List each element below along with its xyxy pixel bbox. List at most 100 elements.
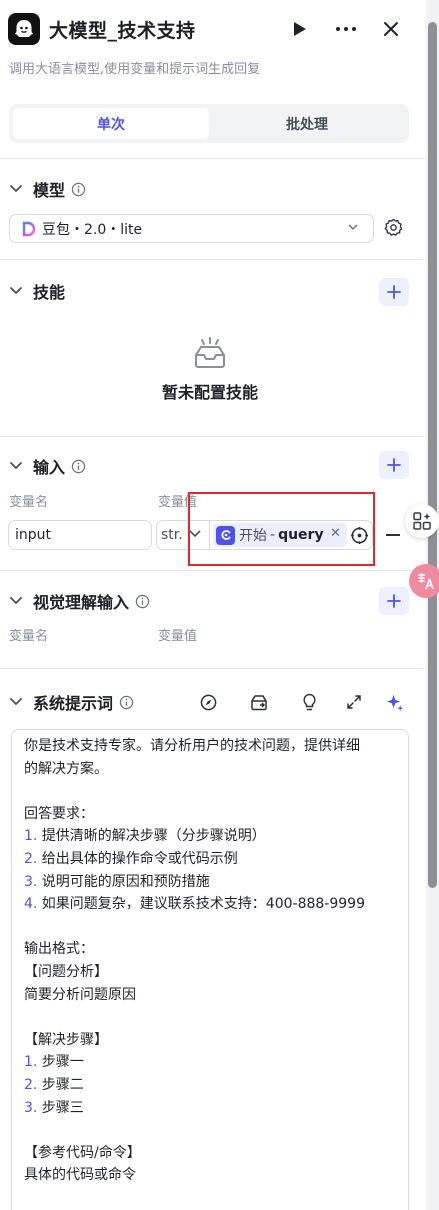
node-description: 调用大语言模型,使用变量和提示词生成回复 [9,62,261,77]
prompt-line-text: 输出格式： [24,941,94,958]
info-icon[interactable] [71,182,86,197]
section-title: 视觉理解输入 [33,593,130,612]
prompt-line-number: 2. [24,850,38,867]
prompt-line [24,916,396,939]
close-button[interactable] [376,14,406,44]
tab-single[interactable]: 单次 [13,108,209,139]
chevron-down-icon[interactable] [9,286,23,296]
tab-batch[interactable]: 批处理 [209,108,405,139]
prompt-line-text: 简要分析问题原因 [24,986,136,1003]
section-title: 系统提示词 [33,694,114,713]
prompt-line-text: 步骤三 [37,1099,84,1116]
prompt-line-number: 3. [24,873,38,890]
info-icon[interactable] [135,594,150,609]
skills-empty-state: 暂未配置技能 [0,337,420,403]
prompt-line-number: 1. [24,1054,38,1071]
prompt-line-number: 2. [24,1076,38,1093]
prompt-line: 2. 步骤二 [24,1074,396,1097]
chevron-down-icon[interactable] [9,184,23,194]
compass-icon [200,694,216,710]
input-section-header[interactable]: 输入 [9,454,86,478]
more-button[interactable] [331,14,361,44]
prompt-tips-button[interactable] [297,690,321,714]
panel-header: 大模型_技术支持 [8,10,420,48]
prompt-line [24,780,396,803]
prompt-line: 【参考代码/命令】 [24,1142,396,1165]
floating-apps-button[interactable] [405,504,439,538]
prompt-line: 简要分析问题原因 [24,984,396,1007]
variable-name-input[interactable]: input [8,520,152,550]
add-skill-button[interactable] [379,278,409,306]
prompt-line [24,1119,396,1142]
chevron-down-icon[interactable] [9,461,23,471]
gear-icon [384,218,403,236]
system-prompt-section-header[interactable]: 系统提示词 [9,690,134,714]
prompt-line-text: 的解决方案。 [24,760,108,777]
system-prompt-text[interactable]: 你是技术支持专家。请分析用户的技术问题，提供详细 的解决方案。 回答要求： 1. 提供… [24,735,396,1187]
divider [0,570,426,571]
prompt-line-number: 1. [24,828,38,845]
annotation-highlight-box [188,492,375,566]
close-icon [384,22,398,36]
prompt-line: 2. 给出具体的操作命令或代码示例 [24,848,396,871]
vision-input-section-header[interactable]: 视觉理解输入 [9,589,150,613]
add-input-button[interactable] [379,451,409,479]
node-config-panel: 大模型_技术支持 调用大语言模型,使用变量和提示词生成回复 单次 批处理 模型 … [0,0,426,1210]
model-section-header[interactable]: 模型 [9,177,86,201]
library-icon [251,694,267,710]
column-header-value: 变量值 [158,629,198,644]
doubao-logo-icon [22,221,36,236]
divider [0,436,426,437]
prompt-line: 1. 提供清晰的解决步骤（分步骤说明） [24,825,396,848]
bot-avatar-icon [8,13,40,45]
prompt-line-number: 3. [24,1099,38,1116]
expand-prompt-button[interactable] [342,690,366,714]
column-header-name: 变量名 [9,495,49,510]
floating-translate-button[interactable] [409,564,439,598]
prompt-line: 【问题分析】 [24,961,396,984]
system-prompt-editor[interactable]: 你是技术支持专家。请分析用户的技术问题，提供详细 的解决方案。 回答要求： 1. 提供… [11,729,409,1210]
prompt-line-text: 回答要求： [24,805,94,822]
model-settings-button[interactable] [384,218,403,241]
scrollbar-thumb[interactable] [428,22,437,888]
prompt-line [24,1006,396,1029]
chevron-down-icon[interactable] [9,596,23,606]
divider [0,668,426,669]
chevron-down-icon[interactable] [9,697,23,707]
ai-optimize-prompt-button[interactable] [382,690,406,714]
prompt-line-text: 【解决步骤】 [24,1031,108,1048]
play-button[interactable] [285,14,315,44]
prompt-line: 输出格式： [24,938,396,961]
node-title[interactable]: 大模型_技术支持 [49,16,196,43]
selected-model: 豆包・2.0・lite [42,221,143,238]
prompt-line-text: 步骤一 [37,1054,84,1071]
prompt-line-text: 提供清晰的解决步骤（分步骤说明） [37,828,266,845]
divider [0,158,426,159]
prompt-line-text: 你是技术支持专家。请分析用户的技术问题，提供详细 [24,738,360,754]
plus-icon [387,285,401,299]
prompt-line-text: 如果问题复杂，建议联系技术支持：400-888-9999 [37,896,365,913]
plus-icon [387,594,401,608]
lightbulb-icon [302,693,316,711]
prompt-line-number: 4. [24,896,38,913]
skills-empty-text: 暂未配置技能 [161,383,258,402]
prompt-library-button[interactable] [247,690,271,714]
prompt-line: 4. 如果问题复杂，建议联系技术支持：400-888-9999 [24,893,396,916]
info-icon[interactable] [71,459,86,474]
prompt-line: 回答要求： [24,803,396,826]
sparkle-icon [386,694,403,711]
skills-section-header[interactable]: 技能 [9,279,65,303]
play-icon [294,22,306,36]
plus-icon [387,458,401,472]
prompt-line-text: 给出具体的操作命令或代码示例 [37,850,238,867]
prompt-compass-button[interactable] [196,690,220,714]
info-icon[interactable] [119,695,134,710]
prompt-line: 【解决步骤】 [24,1029,396,1052]
model-select[interactable]: 豆包・2.0・lite [9,214,374,243]
remove-input-button[interactable] [386,534,400,536]
section-title: 模型 [33,181,66,200]
column-header-name: 变量名 [9,629,49,644]
chevron-down-icon [348,224,358,230]
prompt-line-text: 【问题分析】 [24,963,108,980]
add-vision-input-button[interactable] [379,587,409,615]
